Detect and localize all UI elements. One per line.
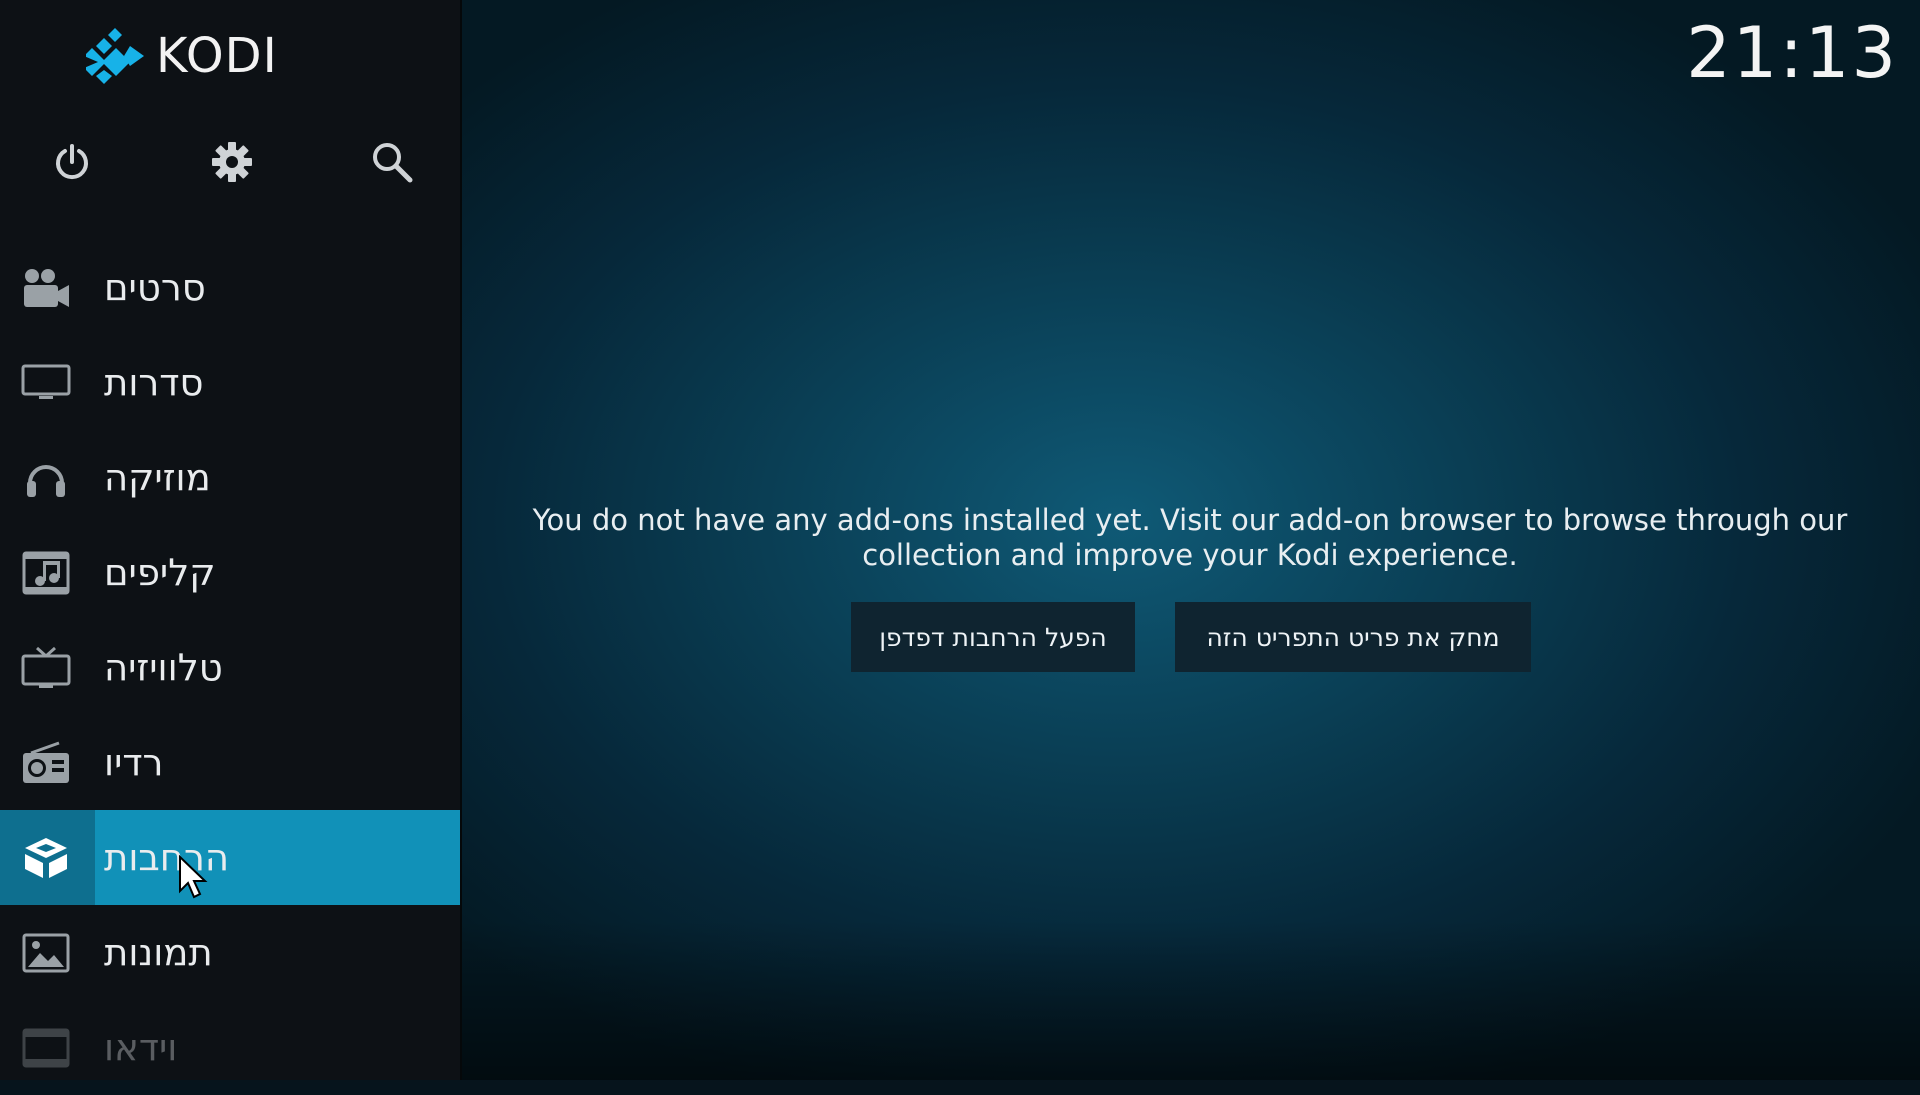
power-icon[interactable] — [40, 134, 104, 190]
sidebar-item-movies[interactable]: סרטים — [0, 240, 462, 335]
sidebar-item-label: סרטים — [104, 266, 206, 309]
sidebar-item-label: וידאו — [104, 1026, 178, 1069]
headphones-icon — [18, 454, 74, 502]
empty-addons-message: You do not have any add-ons installed ye… — [532, 503, 1848, 572]
remove-menu-item-button[interactable]: מחק את פריט התפריט הזה — [1175, 602, 1531, 672]
clock: 21:13 — [1686, 12, 1898, 94]
gear-icon[interactable] — [200, 134, 264, 190]
sidebar-item-label: קליפים — [104, 551, 216, 594]
sidebar-item-label: רדיו — [104, 741, 164, 784]
pictures-icon — [18, 929, 74, 977]
kodi-logo: KODI — [86, 28, 278, 84]
search-icon[interactable] — [360, 134, 424, 190]
sidebar-item-videos[interactable]: וידאו — [0, 1000, 462, 1095]
sidebar-item-pictures[interactable]: תמונות — [0, 905, 462, 1000]
movies-icon — [18, 264, 74, 312]
sidebar-item-label: סדרות — [104, 361, 204, 404]
main-menu: סרטים סדרות מוזיקה קליפים טלוויזיה רדיו … — [0, 240, 462, 1095]
addons-box-icon — [18, 834, 74, 882]
sidebar-item-label: תמונות — [104, 931, 213, 974]
sidebar-item-label: הרחבות — [104, 836, 230, 879]
mouse-cursor-icon — [178, 854, 208, 905]
sidebar-item-tv-shows[interactable]: סדרות — [0, 335, 462, 430]
sidebar-item-live-tv[interactable]: טלוויזיה — [0, 620, 462, 715]
sidebar-item-label: מוזיקה — [104, 456, 211, 499]
sidebar-item-music-videos[interactable]: קליפים — [0, 525, 462, 620]
live-tv-icon — [18, 644, 74, 692]
kodi-logo-icon — [86, 28, 144, 84]
enable-addon-browser-button[interactable]: הפעל הרחבות דפדפן — [851, 602, 1135, 672]
sidebar-item-addons[interactable]: הרחבות — [0, 810, 462, 905]
sidebar-item-music[interactable]: מוזיקה — [0, 430, 462, 525]
sidebar-item-label: טלוויזיה — [104, 646, 223, 689]
video-film-icon — [18, 1024, 74, 1072]
radio-icon — [18, 739, 74, 787]
sidebar-item-radio[interactable]: רדיו — [0, 715, 462, 810]
music-video-icon — [18, 549, 74, 597]
logo-text: KODI — [156, 28, 278, 84]
top-icon-bar — [0, 134, 462, 190]
tv-shows-icon — [18, 359, 74, 407]
sidebar: KODI סרטים סדרות מוזיקה קליפים טלוויזיה … — [0, 0, 462, 1080]
